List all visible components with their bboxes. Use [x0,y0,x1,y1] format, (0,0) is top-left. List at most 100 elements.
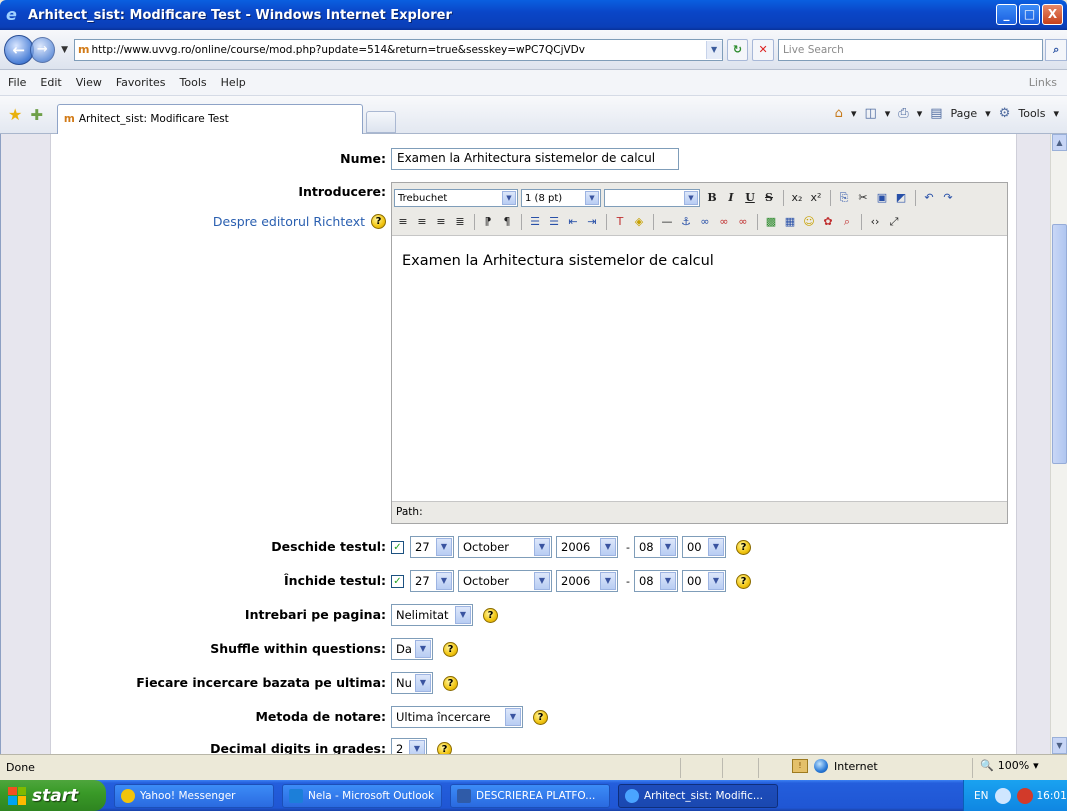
close-minute-select[interactable]: 00 ▼ [681,570,726,592]
italic-icon[interactable]: I [722,189,740,207]
richtext-help-text[interactable]: Despre editorul Richtext [213,214,365,229]
refresh-button[interactable]: ↻ [726,38,749,61]
undo-icon[interactable]: ↶ [920,189,938,207]
shuffle-select[interactable]: Da ▼ [391,638,433,660]
page-dropdown-icon[interactable]: ▾ [985,107,991,120]
help-icon[interactable]: ? [533,709,548,725]
insert-image-icon[interactable]: ▩ [762,213,780,231]
bold-icon[interactable]: B [703,189,721,207]
cut-icon[interactable]: ✂ [854,189,872,207]
menu-favorites[interactable]: Favorites [116,76,166,89]
fullscreen-icon[interactable]: ⤢ [885,213,903,231]
insert-table-icon[interactable]: ▦ [781,213,799,231]
security-zone[interactable]: ! Internet [792,759,878,773]
zoom-dropdown-icon[interactable]: ▾ [1033,759,1039,772]
scroll-thumb[interactable] [1052,224,1067,464]
close-day-select[interactable]: 27 ▼ [410,570,454,592]
superscript-icon[interactable]: x² [807,189,825,207]
language-indicator[interactable]: EN [974,790,989,802]
text-color-icon[interactable]: T [611,213,629,231]
help-icon[interactable]: ? [735,573,751,589]
decimal-digits-select[interactable]: 2 ▼ [391,738,427,754]
align-left-icon[interactable]: ≡ [394,213,412,231]
url-input[interactable]: m http://www.uvvg.ro/online/course/mod.p… [74,38,723,61]
chevron-down-icon[interactable]: ▼ [684,191,698,205]
scroll-up-icon[interactable]: ▲ [1052,134,1067,151]
chevron-down-icon[interactable]: ▼ [502,191,516,205]
stop-button[interactable]: ✕ [752,38,774,61]
tools-menu-button[interactable]: Tools [1018,107,1045,120]
new-tab-button[interactable] [365,110,396,133]
print-icon[interactable]: ⎙ [898,106,908,121]
copy-icon[interactable]: ⎘ [835,189,853,207]
help-icon[interactable]: ? [437,741,452,754]
paragraph-style-select[interactable]: ▼ [604,189,700,207]
chevron-down-icon[interactable]: ▼ [436,572,452,590]
forward-button[interactable]: → [29,36,56,63]
chevron-down-icon[interactable]: ▼ [707,538,724,556]
tray-app-icon[interactable] [1016,787,1033,804]
feeds-dropdown-icon[interactable]: ▾ [885,107,891,120]
open-month-select[interactable]: October ▼ [458,536,552,558]
indent-icon[interactable]: ⇥ [583,213,601,231]
chevron-down-icon[interactable]: ▼ [600,572,616,590]
tools-dropdown-icon[interactable]: ▾ [1053,107,1059,120]
menu-file[interactable]: File [8,76,26,89]
favorites-star-icon[interactable]: ★ [8,105,22,124]
chevron-down-icon[interactable]: ▼ [409,740,425,754]
nolink-icon[interactable]: ∞ [734,213,752,231]
search-button[interactable]: ⌕ [1045,38,1067,61]
align-right-icon[interactable]: ≡ [432,213,450,231]
font-size-select[interactable]: 1 (8 pt) ▼ [521,189,601,207]
taskbar-item-ie[interactable]: Arhitect_sist: Modific... [618,783,778,808]
menu-edit[interactable]: Edit [40,76,61,89]
search-input[interactable]: Live Search [777,38,1044,61]
zoom-control[interactable]: 🔍 100% ▾ [980,759,1039,772]
ordered-list-icon[interactable]: ☰ [526,213,544,231]
help-icon[interactable]: ? [483,607,498,623]
smiley-icon[interactable]: ☺ [800,213,818,231]
questions-per-page-select[interactable]: Nelimitat ▼ [391,604,473,626]
maximize-button[interactable]: □ [1019,4,1040,25]
help-icon[interactable]: ? [443,641,458,657]
taskbar-item-yahoo[interactable]: Yahoo! Messenger [114,783,274,808]
horizontal-rule-icon[interactable]: — [658,213,676,231]
chevron-down-icon[interactable]: ▼ [600,538,616,556]
chevron-down-icon[interactable]: ▼ [707,572,724,590]
chevron-down-icon[interactable]: ▼ [436,538,452,556]
links-toolbar[interactable]: Links [1029,76,1057,89]
editor-content-area[interactable]: Examen la Arhitectura sistemelor de calc… [392,237,1007,499]
highlight-color-icon[interactable]: ◈ [630,213,648,231]
open-date-checkbox[interactable]: ✓ [391,540,404,554]
home-icon[interactable]: ⌂ [835,106,843,121]
redo-icon[interactable]: ↷ [939,189,957,207]
chevron-down-icon[interactable]: ▼ [455,606,471,624]
open-year-select[interactable]: 2006 ▼ [556,536,618,558]
add-favorites-icon[interactable]: ✚ [30,106,43,124]
open-hour-select[interactable]: 08 ▼ [633,536,678,558]
close-month-select[interactable]: October ▼ [458,570,552,592]
close-hour-select[interactable]: 08 ▼ [633,570,678,592]
attempt-based-select[interactable]: Nu ▼ [391,672,433,694]
align-center-icon[interactable]: ≡ [413,213,431,231]
open-day-select[interactable]: 27 ▼ [410,536,454,558]
outdent-icon[interactable]: ⇤ [564,213,582,231]
chevron-down-icon[interactable]: ▼ [415,640,431,658]
start-button[interactable]: start [0,780,106,811]
menu-tools[interactable]: Tools [180,76,207,89]
html-source-icon[interactable]: ‹› [866,213,884,231]
close-year-select[interactable]: 2006 ▼ [556,570,618,592]
taskbar-item-word[interactable]: DESCRIEREA PLATFO... [450,783,610,808]
help-icon[interactable]: ? [735,539,751,555]
chevron-down-icon[interactable]: ▼ [585,191,599,205]
home-dropdown-icon[interactable]: ▾ [851,107,857,120]
unordered-list-icon[interactable]: ☰ [545,213,563,231]
grading-method-select[interactable]: Ultima încercare ▼ [391,706,523,728]
chevron-down-icon[interactable]: ▼ [415,674,431,692]
url-dropdown-icon[interactable]: ▼ [705,40,722,59]
special-char-icon[interactable]: ✿ [819,213,837,231]
help-icon[interactable]: ? [371,214,386,229]
vertical-scrollbar[interactable]: ▲ ▼ [1050,134,1067,754]
anchor-icon[interactable]: ⚓ [677,213,695,231]
history-dropdown-icon[interactable]: ▼ [61,45,68,55]
